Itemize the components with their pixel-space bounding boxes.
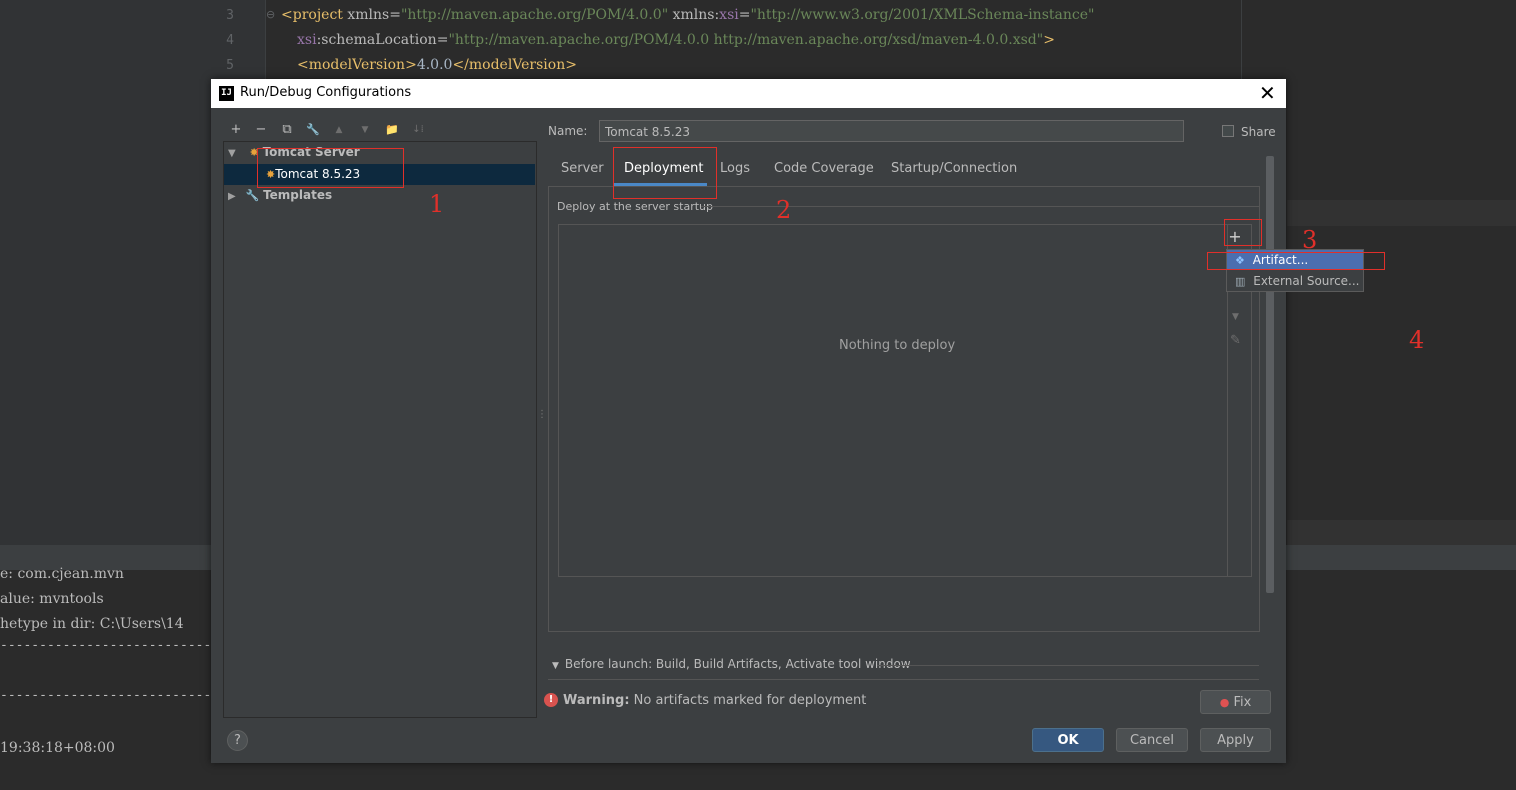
share-label: Share — [1241, 125, 1276, 139]
fix-button[interactable]: ● Fix — [1200, 690, 1271, 714]
before-launch-section[interactable]: ▼ Before launch: Build, Build Artifacts, … — [552, 657, 911, 671]
line-number: 5 — [226, 58, 234, 73]
before-launch-label: Before launch: Build, Build Artifacts, A… — [564, 657, 911, 671]
annotation-number-2: 2 — [776, 196, 792, 224]
help-button[interactable]: ? — [227, 730, 248, 751]
line-number: 3 — [226, 8, 234, 23]
add-config-button[interactable]: + — [227, 123, 245, 137]
expand-arrow-icon[interactable]: ▼ — [228, 148, 236, 159]
code-line-3: <project xmlns="http://maven.apache.org/… — [281, 7, 1095, 23]
sort-button[interactable]: ↓⁞ — [409, 123, 427, 137]
console-line: ------------------------------ — [0, 688, 211, 703]
console-line: ------------------------------ — [0, 638, 211, 653]
wrench-icon[interactable]: 🔧 — [304, 123, 322, 137]
section-divider — [877, 665, 1259, 666]
remove-config-button[interactable]: − — [252, 123, 270, 137]
deploy-list[interactable]: Nothing to deploy — [558, 224, 1252, 577]
console-line: e: com.cjean.mvn — [0, 566, 124, 582]
close-icon[interactable]: ✕ — [1259, 81, 1276, 105]
dialog-title: Run/Debug Configurations — [240, 85, 412, 100]
splitter-handle[interactable]: ⋮ — [537, 409, 547, 420]
wrench-icon: 🔧 — [245, 189, 260, 202]
warning-detail: No artifacts marked for deployment — [633, 693, 867, 708]
line-number: 4 — [226, 33, 234, 48]
collapse-arrow-icon[interactable]: ▶ — [228, 191, 236, 202]
console-line: hetype in dir: C:\Users\14 — [0, 616, 184, 632]
console-line: 19:38:18+08:00 — [0, 740, 115, 756]
expand-arrow-icon: ▼ — [552, 661, 559, 671]
fold-icon[interactable]: ⊖ — [266, 8, 275, 21]
deploy-section-title: Deploy at the server startup — [557, 200, 714, 213]
tab-logs[interactable]: Logs — [720, 161, 750, 181]
copy-config-button[interactable]: ⧉ — [278, 123, 296, 137]
right-panel-band — [1287, 200, 1516, 226]
name-input[interactable]: Tomcat 8.5.23 — [599, 120, 1184, 142]
empty-state-text: Nothing to deploy — [839, 338, 956, 353]
tab-code-coverage[interactable]: Code Coverage — [774, 161, 874, 181]
move-up-button[interactable]: ▲ — [330, 123, 348, 137]
deploy-list-content: Nothing to deploy — [559, 225, 1228, 576]
annotation-box-1 — [257, 148, 404, 188]
menu-item-label: External Source... — [1253, 274, 1360, 288]
edit-icon[interactable]: ✎ — [1230, 333, 1241, 348]
menu-item-external-source[interactable]: ▥ External Source... — [1227, 271, 1363, 291]
name-label: Name: — [548, 124, 588, 138]
warning-icon: ! — [544, 693, 558, 707]
section-divider — [548, 679, 1259, 680]
project-sidebar-background — [0, 0, 205, 545]
annotation-box-4 — [1207, 252, 1385, 270]
folder-icon[interactable]: 📁 — [383, 123, 401, 137]
annotation-number-1: 1 — [429, 190, 445, 218]
annotation-number-4: 4 — [1409, 326, 1425, 354]
code-line-4: xsi:schemaLocation="http://maven.apache.… — [297, 32, 1055, 48]
move-down-button[interactable]: ▼ — [356, 123, 374, 137]
warning-message: Warning: No artifacts marked for deploym… — [563, 693, 866, 708]
bulb-icon: ● — [1219, 696, 1230, 709]
intellij-icon: IJ — [219, 86, 234, 101]
code-line-5: <modelVersion>4.0.0</modelVersion> — [297, 57, 577, 73]
tab-server[interactable]: Server — [561, 161, 604, 181]
move-down-icon[interactable]: ▼ — [1232, 312, 1239, 322]
annotation-box-3 — [1224, 219, 1262, 246]
fix-label: Fix — [1233, 695, 1252, 710]
tree-item-templates[interactable]: ▶ 🔧 Templates — [228, 185, 332, 206]
apply-button[interactable]: Apply — [1200, 728, 1271, 752]
annotation-number-3: 3 — [1302, 226, 1318, 254]
config-tree: ▼ ✸ Tomcat Server ✸Tomcat 8.5.23 ▶ 🔧 Tem… — [223, 141, 537, 718]
external-source-icon: ▥ — [1235, 275, 1246, 288]
console-line: alue: mvntools — [0, 591, 104, 607]
tab-startup-connection[interactable]: Startup/Connection — [891, 161, 1017, 181]
tree-templates-label: Templates — [263, 188, 333, 202]
warning-title: Warning: — [563, 693, 630, 708]
annotation-box-2 — [613, 147, 717, 199]
vertical-scrollbar[interactable] — [1266, 156, 1274, 593]
cancel-button[interactable]: Cancel — [1116, 728, 1188, 752]
ok-button[interactable]: OK — [1032, 728, 1104, 752]
dialog-titlebar[interactable]: IJ Run/Debug Configurations ✕ — [211, 79, 1286, 108]
right-panel-band — [1287, 520, 1516, 545]
share-checkbox[interactable] — [1222, 125, 1234, 137]
